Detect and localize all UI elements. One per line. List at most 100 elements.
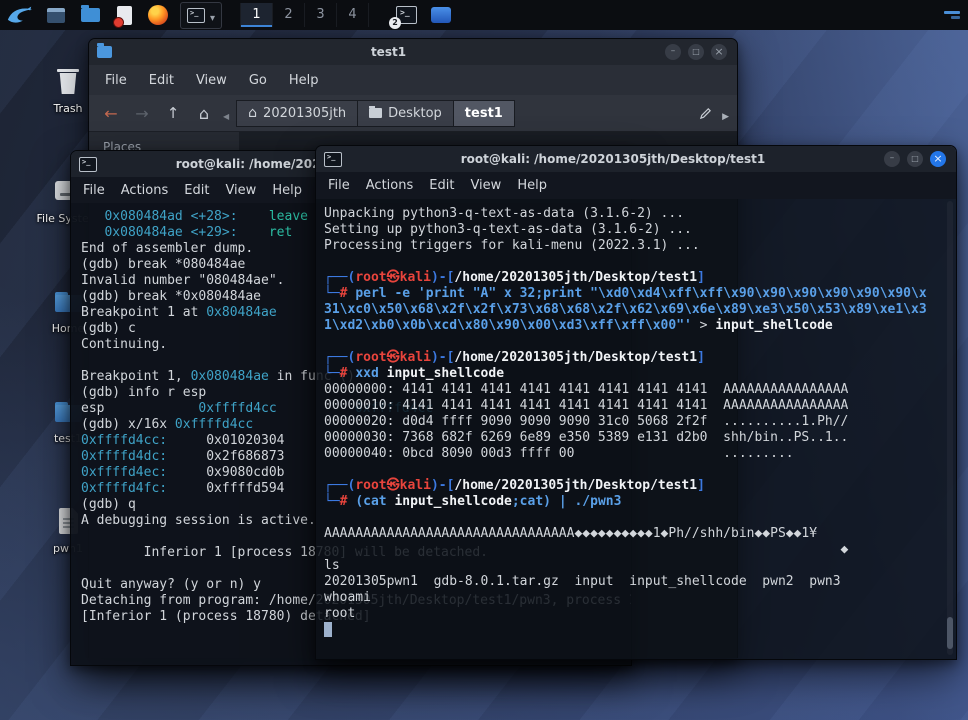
terminal-line: 31\xc0\x50\x68\x2f\x2f\x73\x68\x68\x2f\x… [324,302,927,317]
folder-icon [97,43,112,58]
menu-item-edit[interactable]: Edit [429,178,454,193]
terminal-line: root [324,606,356,621]
terminal-icon [79,156,97,172]
folder-icon [80,5,100,22]
scrollbar[interactable] [947,201,953,655]
terminal-line: Processing triggers for kali-menu (2022.… [324,238,700,253]
window-title: test1 [370,45,407,59]
path-segment-label: Desktop [388,105,442,121]
kali-logo-icon [7,6,33,23]
maximize-button[interactable] [688,44,704,60]
workspace-2[interactable]: 2 [272,3,304,27]
terminal-line: 00000000: 4141 4141 4141 4141 4141 4141 … [324,382,849,397]
minimize-button[interactable] [665,44,681,60]
menu-item-go[interactable]: Go [239,73,277,88]
menu-item-file[interactable]: File [83,183,105,198]
terminal-line: ls [324,558,340,573]
launcher-text-editor[interactable] [112,3,136,28]
menu-item-edit[interactable]: Edit [139,73,184,88]
terminal-line: 00000020: d0d4 ffff 9090 9090 9090 31c0 … [324,414,849,429]
home-icon [248,105,257,121]
menu-item-actions[interactable]: Actions [366,178,414,193]
terminal-icon [187,7,205,23]
menu-item-view[interactable]: View [225,183,256,198]
terminal-line: ◆ [324,542,849,557]
path-segment-20201305jth[interactable]: 20201305jth [236,99,358,127]
path-segment-label: 20201305jth [263,105,347,121]
terminal-line: 20201305pwn1 gdb-8.0.1.tar.gz input inpu… [324,574,841,589]
terminal-line: ┌──(root㉿kali)-[/home/20201305jth/Deskto… [324,478,705,493]
up-button[interactable] [159,100,187,126]
edit-path-button[interactable] [691,100,719,126]
terminal-line: Unpacking python3-q-text-as-data (3.1.6-… [324,206,685,221]
path-bar: 20201305jth Desktop test1 [236,99,515,127]
terminal-cursor [324,622,332,637]
path-segment-desktop[interactable]: Desktop [357,99,453,127]
terminal-line [324,622,948,638]
terminal-line: 00000040: 0bcd 8090 00d3 ffff 00 .......… [324,446,794,461]
menu-item-help[interactable]: Help [272,183,302,198]
badge-count: 2 [389,17,402,29]
terminal-line: ┌──(root㉿kali)-[/home/20201305jth/Deskto… [324,270,705,285]
workspace-4[interactable]: 4 [336,3,370,27]
taskbar-app-button[interactable] [429,3,453,27]
chevron-down-icon [210,6,215,25]
terminal-line: Setting up python3-q-text-as-data (3.1.6… [324,222,692,237]
top-panel: 1234 2 [0,0,968,30]
close-button[interactable] [930,151,946,167]
path-segment-test1[interactable]: test1 [452,99,515,127]
folder-icon [369,106,383,118]
terminal-line: └─# perl -e 'print "A" x 32;print "\xd0\… [324,286,927,301]
home-button[interactable] [190,100,218,126]
terminal-icon [324,151,342,167]
window-controls [884,151,946,167]
workspace-switcher: 1234 [240,3,370,27]
launcher-file-manager[interactable] [78,3,102,27]
launcher-window-app[interactable] [44,3,68,27]
menu-item-view[interactable]: View [470,178,501,193]
forward-button[interactable] [128,100,156,126]
back-button[interactable] [97,100,125,126]
network-monitor-widget[interactable] [944,11,962,19]
terminal-line: 00000030: 7368 682f 6269 6e89 e350 5389 … [324,430,849,445]
terminal-dropdown-button[interactable] [180,1,223,29]
terminal-titlebar[interactable]: root@kali: /home/20201305jth/Desktop/tes… [316,146,956,172]
terminal-line: └─# xxd input_shellcode [324,366,505,381]
kali-menu-button[interactable] [6,4,34,26]
taskbar-terminal-button[interactable]: 2 [389,3,419,29]
terminal-line: 00000010: 4141 4141 4141 4141 4141 4141 … [324,398,849,413]
terminal-menubar: File Actions Edit View Help [316,172,956,199]
menu-item-help[interactable]: Help [279,73,329,88]
close-button[interactable] [711,44,727,60]
trash-icon [51,64,85,98]
window-app-icon [47,7,65,23]
path-scroll-right-icon[interactable] [722,104,729,123]
terminal-output[interactable]: Unpacking python3-q-text-as-data (3.1.6-… [316,199,956,659]
menu-item-edit[interactable]: Edit [184,183,209,198]
path-segment-label: test1 [464,105,503,121]
minimize-button[interactable] [884,151,900,167]
launcher-firefox[interactable] [146,3,170,27]
file-manager-titlebar[interactable]: test1 [89,39,737,65]
menu-item-actions[interactable]: Actions [121,183,169,198]
menu-item-file[interactable]: File [328,178,350,193]
scrollbar-thumb[interactable] [947,617,953,649]
workspace-3[interactable]: 3 [304,3,336,27]
terminal-line: └─# (cat input_shellcode;cat) | ./pwn3 [324,494,622,509]
workspace-1[interactable]: 1 [240,3,273,27]
terminal-line: AAAAAAAAAAAAAAAAAAAAAAAAAAAAAAAA◆◆◆◆◆◆◆◆… [324,526,818,541]
terminal-line: ┌──(root㉿kali)-[/home/20201305jth/Deskto… [324,350,705,365]
firefox-icon [148,5,168,25]
terminal-line: 1\xd2\xb0\x0b\xcd\x80\x90\x00\xd3\xff\xf… [324,318,833,333]
terminal-line: whoami [324,590,371,605]
file-manager-toolbar: 20201305jth Desktop test1 [89,95,737,132]
blue-app-icon [431,7,452,23]
menu-item-view[interactable]: View [186,73,237,88]
document-icon [112,5,132,28]
maximize-button[interactable] [907,151,923,167]
path-scroll-left-icon[interactable] [223,104,229,123]
menu-item-file[interactable]: File [95,73,137,88]
menu-item-help[interactable]: Help [517,178,547,193]
